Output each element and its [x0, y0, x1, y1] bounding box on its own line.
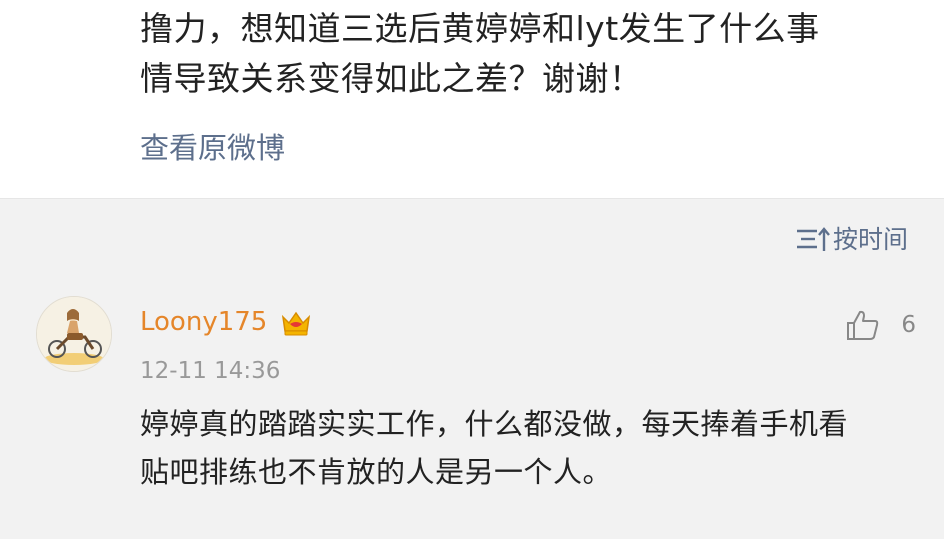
comment-text-line: 婷婷真的踏踏实实工作，什么都没做，每天捧着手机看: [140, 407, 849, 441]
username-link[interactable]: Loony175: [140, 304, 267, 340]
post-body: 撸力，想知道三选后黄婷婷和lyt发生了什么事 情导致关系变得如此之差？谢谢！: [140, 4, 920, 104]
avatar-image: [37, 297, 111, 371]
post-text-line: 情导致关系变得如此之差？谢谢！: [140, 59, 643, 98]
comment-item: Loony175 12-11 14:36 6 婷婷真的踏踏实实工作，什么都没做，…: [0, 290, 944, 539]
sort-icon: [796, 227, 830, 251]
sort-by-time-button[interactable]: 按时间: [795, 222, 908, 258]
sort-label: 按时间: [832, 225, 908, 254]
username-row: Loony175: [140, 304, 313, 340]
thumbs-up-icon: [847, 310, 879, 340]
post-text-line: 撸力，想知道三选后黄婷婷和lyt发生了什么事: [140, 9, 820, 48]
comment-text-line: 贴吧排练也不肯放的人是另一个人。: [140, 455, 613, 489]
crown-icon: [282, 311, 311, 336]
original-post-card: 撸力，想知道三选后黄婷婷和lyt发生了什么事 情导致关系变得如此之差？谢谢！ 查…: [0, 0, 944, 199]
comment-body: 婷婷真的踏踏实实工作，什么都没做，每天捧着手机看 贴吧排练也不肯放的人是另一个人…: [140, 400, 920, 496]
like-count: 6: [901, 312, 916, 338]
comment-timestamp: 12-11 14:36: [140, 358, 281, 384]
avatar[interactable]: [36, 296, 112, 372]
like-button[interactable]: 6: [845, 308, 916, 342]
view-original-post-link[interactable]: 查看原微博: [140, 126, 285, 170]
